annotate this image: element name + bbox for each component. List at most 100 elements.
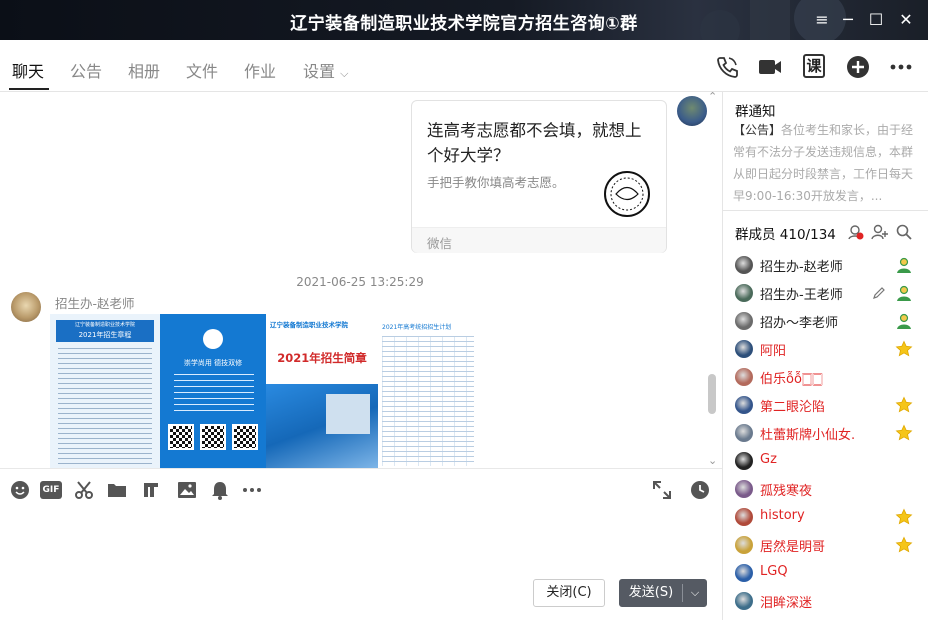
more-icon[interactable] — [888, 54, 914, 80]
send-divider — [682, 584, 683, 602]
member-row[interactable]: 伯乐ỗỗ🀆🀆 — [735, 367, 921, 387]
member-row[interactable]: 孤残寒夜 — [735, 479, 921, 499]
member-row[interactable]: 招生办-赵老师 — [735, 255, 921, 275]
member-row[interactable]: 居然是明哥 — [735, 535, 921, 555]
member-avatar — [735, 368, 753, 386]
scissors-icon[interactable] — [73, 479, 95, 501]
tab-settings[interactable]: 设置 ⌵ — [303, 58, 348, 82]
star-icon — [895, 508, 913, 525]
title-bar: 辽宁装备制造职业技术学院官方招生咨询①群 ≡ ─ ☐ ✕ — [0, 0, 928, 40]
edit-icon[interactable] — [871, 285, 887, 301]
sender-avatar[interactable] — [11, 292, 41, 322]
my-avatar[interactable] — [677, 96, 707, 126]
tab-homework[interactable]: 作业 — [244, 58, 276, 82]
tab-chat[interactable]: 聊天 — [12, 58, 44, 82]
member-name: 泪眸深迷 — [760, 596, 813, 611]
video-icon[interactable] — [757, 54, 783, 80]
add-icon[interactable] — [845, 54, 871, 80]
member-name: 伯乐ỗỗ🀆🀆 — [760, 372, 823, 387]
active-tab-indicator — [9, 88, 49, 90]
admin-icon — [897, 257, 911, 273]
star-icon — [895, 340, 913, 357]
chat-area[interactable]: 连高考志愿都不会填，就想上个好大学？ 手把手教你填高考志愿。 微信 ⌃ 2021… — [0, 92, 722, 468]
star-icon — [895, 396, 913, 413]
invite-member-icon[interactable] — [871, 223, 889, 241]
brochure-panel-3: 辽宁装备制造职业技术学院 2021年招生简章 — [266, 314, 378, 468]
panel3-subtitle: 2021年招生简章 — [277, 351, 367, 365]
chat-scrollbar[interactable] — [708, 374, 716, 414]
member-avatar — [735, 284, 753, 302]
notice-title[interactable]: 群通知 — [735, 100, 776, 120]
panel-divider — [723, 210, 928, 211]
member-avatar — [735, 564, 753, 582]
member-name: 第二眼沦陷 — [760, 400, 826, 415]
notice-content[interactable]: 【公告】各位考生和家长，由于经常有不法分子发送违规信息，本群从即日起分时段禁言，… — [733, 119, 919, 207]
gif-icon[interactable]: GIF — [40, 481, 62, 499]
send-options-chevron-icon[interactable]: ⌵ — [684, 580, 706, 606]
emoji-icon[interactable] — [9, 479, 31, 501]
member-avatar — [735, 312, 753, 330]
expand-icon[interactable] — [651, 479, 673, 501]
history-icon[interactable] — [689, 479, 711, 501]
image-icon[interactable] — [176, 479, 198, 501]
member-avatar — [735, 424, 753, 442]
member-name: 招生办-王老师 — [760, 288, 843, 303]
admin-icon — [897, 313, 911, 329]
star-icon — [895, 424, 913, 441]
search-icon[interactable] — [895, 223, 913, 241]
member-name: LGQ — [760, 564, 788, 579]
member-avatar — [735, 452, 753, 470]
member-row[interactable]: LGQ — [735, 563, 921, 583]
admin-icon — [897, 285, 911, 301]
members-count: 群成员 410/134 — [735, 227, 836, 243]
tab-announcement[interactable]: 公告 — [70, 58, 102, 82]
member-row[interactable]: 招生办-王老师 — [735, 283, 921, 303]
close-button[interactable]: ✕ — [894, 8, 918, 32]
tab-album[interactable]: 相册 — [128, 58, 160, 82]
scroll-down-icon[interactable]: ⌄ — [708, 454, 717, 467]
member-name: 居然是明哥 — [760, 540, 826, 555]
member-name: 阿阳 — [760, 344, 787, 359]
sender-name[interactable]: 招生办-赵老师 — [55, 293, 135, 312]
menu-icon[interactable]: ≡ — [810, 8, 834, 32]
send-button[interactable]: 发送(S) ⌵ — [619, 579, 707, 607]
brochure-panel-4: 2021年高考统招招生计划 — [378, 314, 478, 468]
mute-member-icon[interactable] — [847, 223, 865, 241]
tab-files[interactable]: 文件 — [186, 58, 218, 82]
window-title: 辽宁装备制造职业技术学院官方招生咨询①群 — [290, 14, 638, 34]
minimize-button[interactable]: ─ — [836, 8, 860, 32]
phone-icon[interactable] — [714, 54, 740, 80]
member-row[interactable]: 阿阳 — [735, 339, 921, 359]
member-row[interactable]: 泪眸深迷 — [735, 591, 921, 611]
recruitment-brochure-image[interactable]: 辽宁装备制造职业技术学院 2021年招生章程 崇学尚用 德技双修 辽宁装备制造职… — [50, 314, 478, 468]
message-timestamp: 2021-06-25 13:25:29 — [296, 275, 424, 289]
input-toolbar: GIF — [0, 468, 722, 508]
maximize-button[interactable]: ☐ — [864, 8, 888, 32]
shared-article-card[interactable]: 连高考志愿都不会填，就想上个好大学？ 手把手教你填高考志愿。 微信 — [411, 100, 667, 253]
member-name: 孤残寒夜 — [760, 484, 813, 499]
member-avatar — [735, 396, 753, 414]
class-icon[interactable]: 课 — [803, 54, 825, 78]
panel1-subtitle: 2021年招生章程 — [78, 331, 132, 339]
more-icon[interactable] — [241, 479, 263, 501]
member-row[interactable]: Gz — [735, 451, 921, 471]
folder-icon[interactable] — [106, 479, 128, 501]
member-row[interactable]: 招办～李老师 — [735, 311, 921, 331]
member-name: Gz — [760, 452, 777, 467]
collapse-icon[interactable]: ⌃ — [708, 92, 717, 103]
member-avatar — [735, 592, 753, 610]
member-row[interactable]: 杜蕾斯牌小仙女. — [735, 423, 921, 443]
member-name: 招生办-赵老师 — [760, 260, 843, 275]
stamp-image — [604, 171, 650, 217]
music-icon[interactable] — [140, 479, 162, 501]
card-subtitle: 手把手教你填高考志愿。 — [427, 175, 565, 190]
close-chat-button[interactable]: 关闭(C) — [533, 579, 605, 607]
message-input[interactable] — [0, 508, 722, 574]
brochure-panel-2: 崇学尚用 德技双修 — [160, 314, 266, 468]
member-name: 杜蕾斯牌小仙女. — [760, 428, 856, 443]
member-row[interactable]: history — [735, 507, 921, 527]
panel3-title: 辽宁装备制造职业技术学院 — [270, 321, 348, 329]
panel1-title: 辽宁装备制造职业技术学院 — [74, 322, 135, 328]
member-row[interactable]: 第二眼沦陷 — [735, 395, 921, 415]
bell-icon[interactable] — [209, 479, 231, 501]
